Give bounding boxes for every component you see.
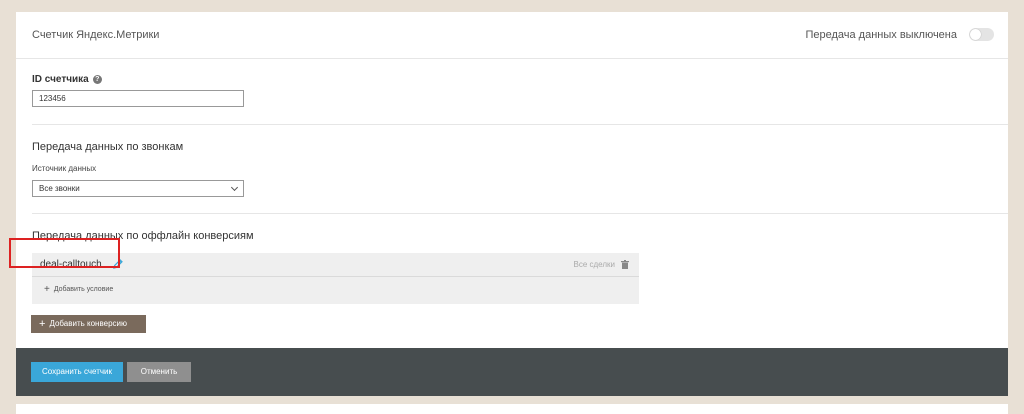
data-source-label: Источник данных xyxy=(32,164,97,173)
add-condition-link[interactable]: + Добавить условие xyxy=(44,284,113,295)
divider xyxy=(32,124,1008,125)
counter-id-input[interactable]: 123456 xyxy=(32,90,244,107)
plus-icon: + xyxy=(44,284,50,295)
data-source-value: Все звонки xyxy=(39,184,80,193)
data-transfer-status: Передача данных выключена xyxy=(805,29,957,41)
conversion-meta: Все сделки xyxy=(573,260,616,269)
highlight-box xyxy=(9,238,120,268)
cancel-button[interactable]: Отменить xyxy=(127,362,191,382)
yandex-metrika-settings-card: Счетчик Яндекс.Метрики Передача данных в… xyxy=(16,12,1008,396)
data-source-select[interactable]: Все звонки xyxy=(32,180,244,197)
plus-icon: + xyxy=(39,318,46,330)
next-card-edge xyxy=(16,404,1008,414)
add-conversion-button[interactable]: + Добавить конверсию xyxy=(31,315,146,333)
form-footer: Сохранить счетчик Отменить xyxy=(16,348,1008,396)
data-transfer-toggle[interactable] xyxy=(969,28,994,41)
help-icon[interactable]: ? xyxy=(92,74,102,84)
counter-id-label-text: ID счетчика xyxy=(32,74,89,85)
card-title: Счетчик Яндекс.Метрики xyxy=(32,29,160,41)
divider xyxy=(32,213,1008,214)
conversion-list: deal-calltouch Все сделки + Добавить усло… xyxy=(32,253,639,304)
add-condition-text: Добавить условие xyxy=(53,286,114,293)
save-counter-button[interactable]: Сохранить счетчик xyxy=(31,362,123,382)
conversion-row: deal-calltouch Все сделки xyxy=(32,253,639,277)
card-header: Счетчик Яндекс.Метрики Передача данных в… xyxy=(16,12,1008,59)
calls-section-title: Передача данных по звонкам xyxy=(32,141,184,153)
toggle-knob xyxy=(970,29,981,40)
trash-icon[interactable] xyxy=(621,260,629,269)
add-conversion-label: Добавить конверсию xyxy=(49,319,127,328)
chevron-down-icon xyxy=(230,183,239,192)
counter-id-label: ID счетчика? xyxy=(32,74,102,85)
